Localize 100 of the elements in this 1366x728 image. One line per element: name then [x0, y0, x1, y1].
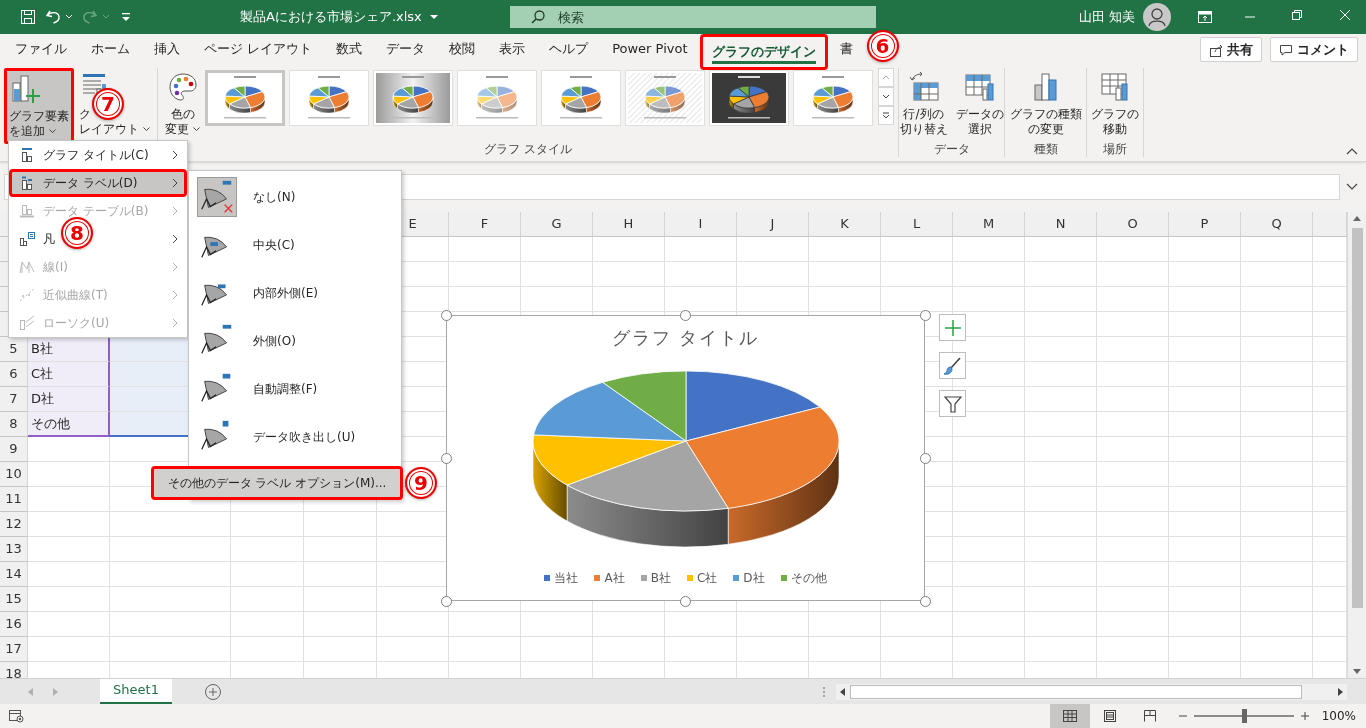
table-cell — [1097, 612, 1169, 637]
scrollbar-thumb[interactable] — [850, 684, 1302, 699]
menu-item[interactable]: データ吹き出し(U) — [189, 413, 401, 461]
ribbon-tab[interactable]: ヘルプ — [537, 34, 601, 64]
chart-elements-icon — [942, 317, 963, 338]
chart-style-thumbnail[interactable] — [793, 70, 873, 126]
comment-button[interactable]: コメント — [1270, 37, 1358, 62]
table-cell: B社 — [28, 337, 110, 362]
caret-icon — [193, 127, 200, 132]
resize-handle[interactable] — [919, 309, 931, 321]
change-chart-type-button[interactable]: グラフの種類 の変更 — [1006, 68, 1085, 140]
row-header: 8 — [0, 412, 28, 437]
legend-label: B社 — [650, 570, 671, 587]
chart-style-thumbnail[interactable] — [541, 70, 621, 126]
table-cell — [1241, 587, 1313, 612]
brush-button[interactable] — [939, 352, 966, 379]
horizontal-scrollbar[interactable] — [836, 683, 1347, 700]
table-cell — [521, 237, 593, 262]
table-cell — [737, 237, 809, 262]
menu-item[interactable]: 外側(O) — [189, 317, 401, 365]
ribbon-tab[interactable]: ホーム — [79, 34, 142, 64]
ribbon-display-icon[interactable] — [1198, 10, 1212, 24]
ribbon-tab[interactable]: ファイル — [3, 34, 79, 64]
table-cell — [737, 612, 809, 637]
ribbon-tab[interactable]: 校閲 — [437, 34, 488, 64]
column-header: J — [737, 212, 809, 237]
caret-icon[interactable] — [429, 14, 438, 20]
resize-handle[interactable] — [680, 595, 691, 607]
table-cell — [449, 287, 521, 312]
table-cell — [953, 512, 1025, 537]
chart-style-thumbnail[interactable] — [373, 70, 453, 126]
ribbon-tab[interactable]: ページ レイアウト — [192, 34, 325, 64]
change-colors-button[interactable]: 色の 変更 — [162, 68, 203, 140]
more-options-button[interactable]: その他のデータ ラベル オプション(M)... — [151, 466, 403, 500]
row-header: 9 — [0, 437, 28, 462]
slider-thumb[interactable] — [1241, 709, 1247, 723]
menu-item[interactable]: 自動調整(F) — [189, 365, 401, 413]
table-cell — [1169, 362, 1241, 387]
resize-handle[interactable] — [440, 309, 452, 321]
table-cell — [1241, 412, 1313, 437]
add-sheet-icon[interactable] — [204, 682, 222, 701]
resize-handle[interactable] — [440, 452, 452, 464]
ribbon-tab[interactable]: データ — [374, 34, 438, 64]
normal-view-button[interactable] — [1049, 704, 1090, 728]
sheet-tab[interactable]: Sheet1 — [100, 678, 172, 704]
share-icon — [1209, 42, 1223, 57]
page-layout-icon — [1101, 709, 1118, 723]
table-cell — [1241, 462, 1313, 487]
row-header: 5 — [0, 337, 28, 362]
table-cell — [377, 612, 449, 637]
menu-item[interactable]: 内部外側(E) — [189, 269, 401, 317]
avatar-icon[interactable] — [1143, 3, 1171, 31]
ribbon-tab[interactable]: 書 — [827, 34, 865, 64]
ribbon-tab[interactable]: 数式 — [324, 34, 375, 64]
zoom-in-icon[interactable] — [1299, 711, 1310, 721]
table-cell — [665, 262, 737, 287]
chart-style-thumbnail[interactable] — [205, 70, 285, 126]
table-cell — [1097, 237, 1169, 262]
vertical-scrollbar[interactable] — [1347, 212, 1366, 678]
move-chart-button[interactable]: グラフの 移動 — [1088, 68, 1142, 140]
search-field[interactable]: 検索 — [510, 6, 876, 28]
table-cell — [809, 262, 881, 287]
menu-item[interactable]: グラフ タイトル(C) — [9, 141, 187, 169]
legend-icon — [19, 231, 35, 247]
chart-style-thumbnail[interactable] — [709, 70, 789, 126]
ribbon-tab[interactable]: 挿入 — [142, 34, 192, 64]
row-header: 18 — [0, 662, 28, 678]
chart-style-thumbnail[interactable] — [289, 70, 369, 126]
resize-handle[interactable] — [919, 595, 931, 607]
ribbon-tab[interactable]: グラフのデザイン — [699, 34, 828, 70]
table-cell — [521, 262, 593, 287]
ribbon-tab[interactable]: 表示 — [487, 34, 538, 64]
filter-button[interactable] — [939, 390, 966, 417]
caret-icon — [143, 127, 150, 132]
select-data-button[interactable]: データの 選択 — [952, 68, 1007, 140]
scrollbar-thumb[interactable] — [1351, 228, 1363, 608]
resize-handle[interactable] — [919, 452, 931, 464]
more-styles-button[interactable] — [878, 106, 894, 125]
table-cell — [1025, 537, 1097, 562]
add-chart-element-button[interactable]: グラフ要素 を追加 — [4, 68, 74, 144]
switch-row-column-button[interactable]: 行/列の 切り替え — [896, 68, 951, 140]
chart-elements-button[interactable] — [939, 314, 966, 341]
share-button[interactable]: 共有 — [1200, 37, 1262, 62]
menu-item[interactable]: データ ラベル(D) — [9, 169, 187, 197]
macro-record-icon[interactable] — [8, 709, 24, 723]
chart-style-thumbnail[interactable] — [625, 70, 705, 126]
chart-style-thumbnail[interactable] — [457, 70, 537, 126]
save-icon[interactable] — [20, 9, 36, 25]
table-cell — [881, 637, 953, 662]
expand-icon[interactable] — [1346, 183, 1358, 191]
collapse-ribbon-icon[interactable] — [1346, 147, 1358, 155]
ribbon-tab[interactable]: Power Pivot — [600, 34, 700, 64]
resize-handle[interactable] — [440, 595, 452, 607]
undo-icon[interactable] — [45, 9, 61, 25]
table-cell — [521, 637, 593, 662]
table-cell — [809, 637, 881, 662]
customize-icon[interactable] — [119, 11, 133, 23]
caret-icon[interactable] — [65, 14, 73, 20]
table-cell — [1169, 337, 1241, 362]
resize-handle[interactable] — [680, 309, 691, 321]
